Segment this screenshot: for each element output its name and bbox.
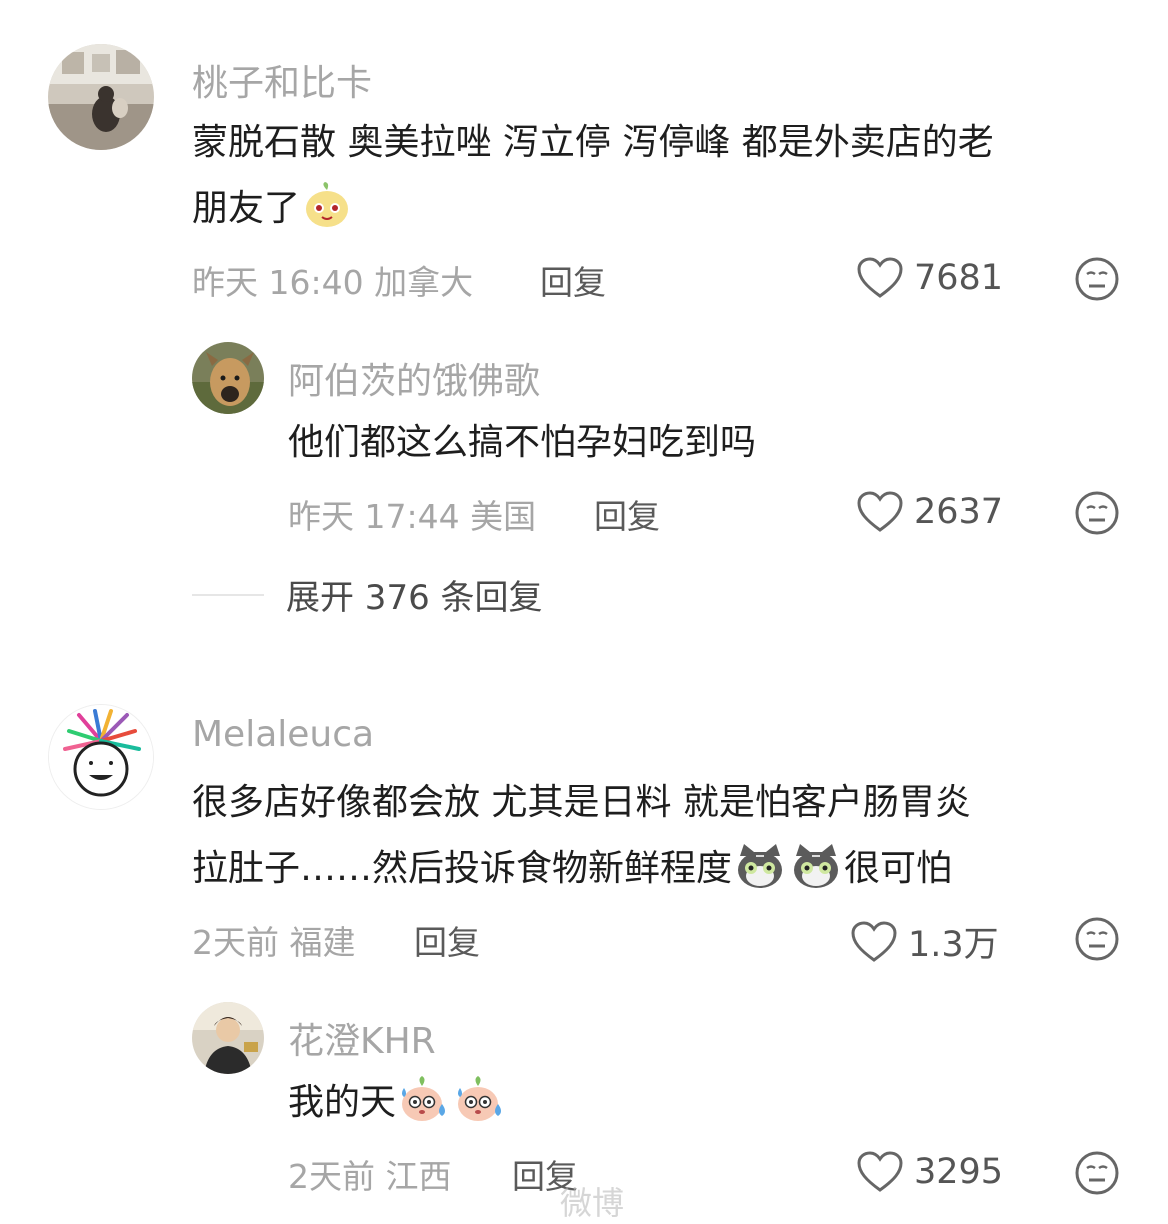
heart-outline-icon <box>857 1151 903 1192</box>
avatar-dog-photo <box>192 342 264 414</box>
like-count: 7681 <box>914 258 1004 298</box>
reply-button[interactable]: 回复 <box>414 916 480 964</box>
comment-text-line: 很多店好像都会放 尤其是日料 就是怕客户肠胃炎 <box>192 782 971 823</box>
comment-text: 蒙脱石散 奥美拉唑 泻立停 泻停峰 都是外卖店的老 朋友了 <box>192 110 994 252</box>
comment-text-line: 朋友了 <box>192 176 994 252</box>
reply-username[interactable]: 阿伯茨的饿佛歌 <box>288 352 540 404</box>
avatar-melaleuca[interactable] <box>48 704 154 810</box>
comment-time: 2天前 <box>192 923 279 962</box>
dislike-button[interactable] <box>1074 1150 1120 1200</box>
comment-username[interactable]: 桃子和比卡 <box>192 54 372 106</box>
expand-replies[interactable]: 展开 376 条回复 <box>192 570 543 619</box>
avatar-khr[interactable] <box>192 1002 264 1074</box>
reply-meta: 2天前 江西 <box>288 1150 452 1198</box>
reply-text-line: 他们都这么搞不怕孕妇吃到吗 <box>288 422 757 463</box>
comment-meta: 昨天 16:40 加拿大 <box>192 256 473 304</box>
reply-time: 昨天 17:44 <box>288 497 460 536</box>
heart-outline-icon <box>857 257 903 298</box>
like-count: 3295 <box>914 1152 1004 1192</box>
reply-username[interactable]: 花澄KHR <box>288 1012 436 1064</box>
gray-cat-emoji <box>734 842 786 912</box>
heart-outline-icon <box>851 920 897 962</box>
reply-text: 我的天 <box>288 1070 508 1146</box>
comment-location: 加拿大 <box>374 263 474 302</box>
avatar-dog[interactable] <box>192 342 264 414</box>
dislike-button[interactable] <box>1074 256 1120 306</box>
gray-cat-emoji <box>790 842 842 912</box>
reply-text-line: 我的天 <box>288 1070 508 1146</box>
avatar-cat-photo <box>48 44 154 150</box>
reply-button[interactable]: 回复 <box>540 256 606 304</box>
reply-location: 美国 <box>470 497 537 536</box>
comment-text: 很多店好像都会放 尤其是日料 就是怕客户肠胃炎 拉肚子……然后投诉食物新鲜程度 很… <box>192 770 971 912</box>
dislike-button[interactable] <box>1074 916 1120 966</box>
peach-sweat-emoji <box>398 1074 450 1146</box>
like-button[interactable]: 7681 <box>856 256 1003 300</box>
heart-outline-icon <box>857 491 903 532</box>
reply-text-line: 我的天 <box>288 1082 397 1123</box>
watermark: 微博 <box>560 1184 625 1222</box>
avatar-doodle <box>49 705 153 809</box>
expand-replies-label: 展开 376 条回复 <box>286 578 543 618</box>
reply-location: 江西 <box>385 1157 452 1196</box>
like-button[interactable]: 3295 <box>856 1150 1003 1194</box>
meh-face-icon <box>1075 917 1119 961</box>
meh-face-icon <box>1075 491 1119 535</box>
meh-face-icon <box>1075 1151 1119 1195</box>
like-count: 1.3万 <box>908 925 999 965</box>
comment-username[interactable]: Melaleuca <box>192 714 374 755</box>
avatar-person-photo <box>192 1002 264 1074</box>
divider <box>192 593 264 596</box>
comment-time: 昨天 16:40 <box>192 263 364 302</box>
peach-sweat-emoji <box>454 1074 506 1146</box>
comment-text-line: 拉肚子……然后投诉食物新鲜程度 <box>192 848 733 889</box>
like-count: 2637 <box>914 492 1004 532</box>
comment-text-line: 朋友了 <box>192 188 301 229</box>
comment-text-line: 很可怕 <box>844 848 953 889</box>
comment-location: 福建 <box>289 923 356 962</box>
comment-text-line: 拉肚子……然后投诉食物新鲜程度 很可怕 <box>192 836 971 912</box>
avatar-peach[interactable] <box>48 44 154 150</box>
dislike-button[interactable] <box>1074 490 1120 540</box>
comment-text-line: 蒙脱石散 奥美拉唑 泻立停 泻停峰 都是外卖店的老 <box>192 122 994 163</box>
comment-meta: 2天前 福建 <box>192 916 356 964</box>
reply-time: 2天前 <box>288 1157 375 1196</box>
like-button[interactable]: 2637 <box>856 490 1003 534</box>
peach-smile-emoji <box>302 182 352 252</box>
meh-face-icon <box>1075 257 1119 301</box>
reply-button[interactable]: 回复 <box>594 490 660 538</box>
like-button[interactable]: 1.3万 <box>850 916 999 967</box>
reply-text: 他们都这么搞不怕孕妇吃到吗 <box>288 410 756 476</box>
reply-meta: 昨天 17:44 美国 <box>288 490 536 538</box>
